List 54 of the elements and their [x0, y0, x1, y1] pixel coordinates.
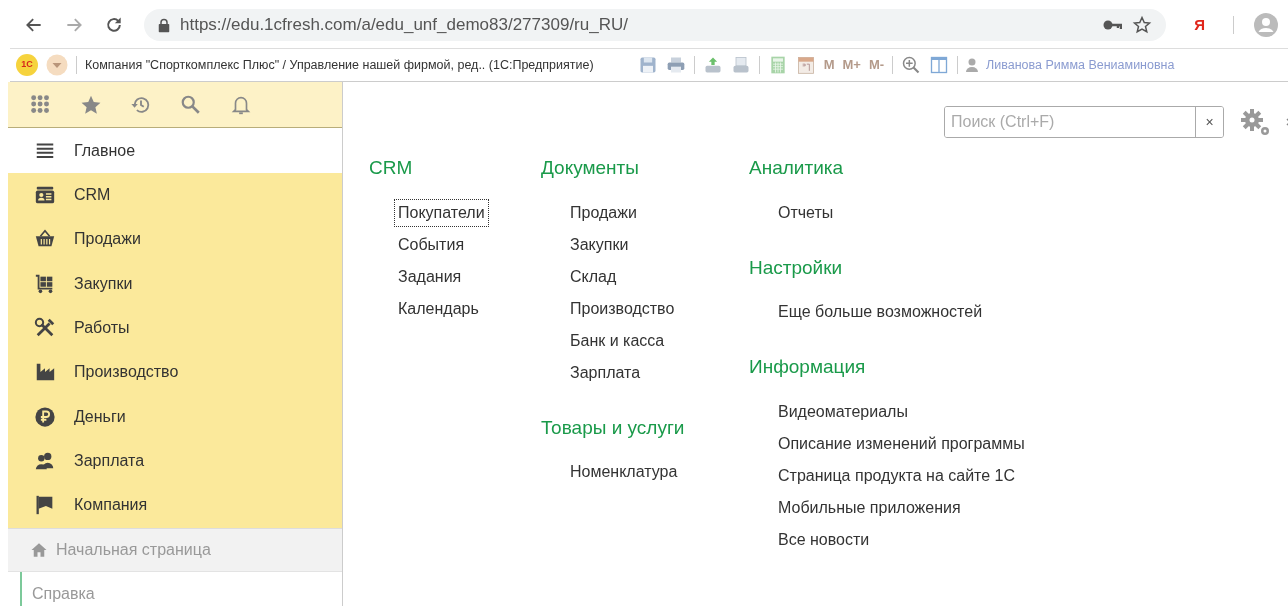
section-title: CRM	[369, 156, 414, 180]
apps-icon[interactable]	[30, 93, 52, 116]
section-title: Товары и услуги	[541, 415, 686, 440]
sidebar-item[interactable]: Деньги	[8, 394, 342, 439]
clear-button[interactable]: ×	[1195, 107, 1223, 137]
tools-icon	[34, 316, 56, 339]
profile-letter-button[interactable]: Я	[1194, 13, 1205, 37]
dropdown-icon[interactable]	[46, 54, 68, 76]
menu-link[interactable]: События	[394, 230, 469, 259]
menu-link[interactable]: Видеоматериалы	[774, 397, 912, 426]
menu-link[interactable]: Страница продукта на сайте 1С	[774, 461, 1020, 490]
menu-link[interactable]: Описание изменений программы	[774, 429, 1029, 458]
menu-link[interactable]: Отчеты	[774, 198, 838, 227]
search-field[interactable]: Поиск (Ctrl+F) ×	[944, 106, 1224, 138]
user-icon	[966, 58, 979, 72]
menu-link[interactable]: Все новости	[774, 525, 874, 554]
sidebar-item[interactable]: Производство	[8, 350, 342, 395]
menu-link[interactable]: Задания	[394, 262, 466, 291]
menu-link[interactable]: Продажи	[566, 198, 641, 227]
search-icon[interactable]	[180, 93, 202, 116]
panels-icon[interactable]	[929, 55, 950, 75]
account-icon[interactable]	[1254, 13, 1278, 37]
ruble-icon	[34, 405, 56, 428]
menu-link[interactable]: Календарь	[394, 294, 483, 323]
sidebar-item[interactable]: CRM	[8, 172, 342, 218]
settings-icon[interactable]	[1238, 107, 1272, 137]
menu-link[interactable]: Мобильные приложения	[774, 493, 965, 522]
section-title: Аналитика	[749, 156, 845, 180]
menu-link[interactable]: Производство	[566, 294, 679, 323]
sidebar-item[interactable]: Продажи	[8, 217, 342, 262]
menu-link[interactable]: Зарплата	[566, 358, 645, 387]
sidebar-item[interactable]: Закупки	[8, 261, 342, 306]
tray-icon[interactable]	[730, 55, 751, 75]
section-title: Настройки	[749, 255, 844, 280]
sidebar-item[interactable]: Работы	[8, 305, 342, 351]
lock-icon	[158, 17, 170, 33]
menu-link[interactable]: Закупки	[566, 230, 633, 259]
menu-link[interactable]: Банк и касса	[566, 326, 669, 355]
menu-link[interactable]: Еще больше возможностей	[774, 298, 987, 326]
zoom-in-icon[interactable]	[901, 55, 922, 75]
menu-link[interactable]: Номенклатура	[566, 458, 682, 486]
key-icon[interactable]	[1102, 18, 1123, 32]
reload-icon[interactable]	[104, 15, 124, 35]
section-title: Документы	[541, 156, 640, 180]
sidebar-item[interactable]: Компания	[8, 483, 342, 528]
menu-link[interactable]: Склад	[566, 262, 621, 291]
sidebar-item[interactable]: Зарплата	[8, 438, 342, 484]
menu-link[interactable]: Покупатели	[394, 198, 489, 227]
section-title: Информация	[749, 355, 867, 379]
app-title: Компания "Спорткомплекс Плюс" / Управление нашей фирмой, ред.. (1С:Предприятие)	[85, 56, 594, 74]
print-icon[interactable]	[665, 55, 686, 75]
star-icon[interactable]	[1132, 15, 1153, 35]
upload-icon[interactable]	[702, 55, 723, 75]
calendar-icon[interactable]	[795, 55, 816, 75]
